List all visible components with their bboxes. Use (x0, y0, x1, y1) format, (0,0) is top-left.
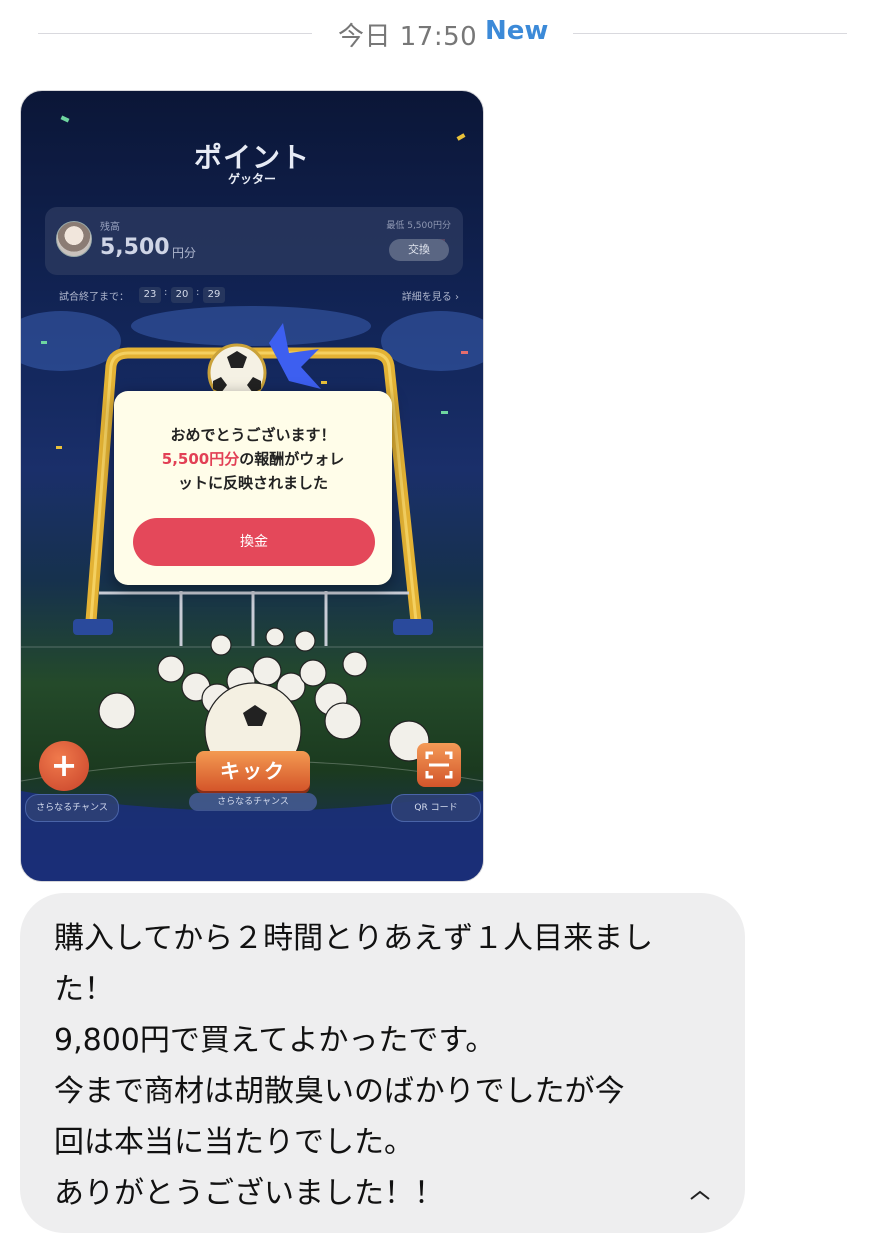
more-chances-label[interactable]: さらなるチャンス (25, 794, 119, 822)
timer-minutes: 20 (171, 287, 193, 303)
date-label: 今日 17:50 (338, 22, 478, 52)
exchange-button[interactable]: 交換 (389, 239, 449, 261)
message-text: 購入してから２時間とりあえず１人目来まし た！ 9,800円で買えてよかったです… (54, 913, 734, 1219)
kick-sub-label: さらなるチャンス (189, 793, 317, 811)
divider-line-left (38, 33, 312, 34)
popup-congrats: おめでとうございます！ (170, 426, 336, 444)
minimum-label: 最低 5,500円分 (386, 221, 451, 231)
message-line: 今まで商材は胡散臭いのばかりでしたが今 (54, 1074, 625, 1109)
popup-reward-text: の報酬がウォレ (239, 450, 345, 468)
avatar (56, 221, 92, 257)
qr-code-icon[interactable] (417, 743, 461, 787)
qr-code-label[interactable]: QR コード (391, 794, 481, 822)
popup-reward-line: 5,500円分の報酬がウォレ (114, 448, 392, 469)
kick-button[interactable]: キック (196, 751, 310, 791)
message-line: た！ (54, 972, 114, 1007)
divider-line-right (573, 33, 847, 34)
timer-hours: 23 (139, 287, 161, 303)
balance-amount: 5,500 (100, 235, 170, 260)
message-line: 9,800円で買えてよかったです。 (54, 1023, 496, 1058)
date-divider: 今日 17:50 New (0, 14, 885, 54)
balance-panel: 残高 5,500 円分 最低 5,500円分 交換 (45, 207, 463, 275)
timer-row: 試合終了まで： 23 : 20 : 29 詳細を見る › (59, 287, 459, 305)
plus-icon[interactable]: + (39, 741, 89, 791)
timer-seconds: 29 (203, 287, 225, 303)
timer-separator: : (196, 287, 200, 298)
balance-unit: 円分 (172, 246, 197, 260)
message-line: 回は本当に当たりでした。 (54, 1125, 414, 1160)
new-badge: New (485, 16, 549, 46)
message-line: ありがとうございました！！ (54, 1176, 444, 1211)
balance-label: 残高 (100, 222, 120, 233)
popup-reflected-text: ットに反映されました (177, 474, 328, 492)
attached-screenshot[interactable]: ポイント ゲッター 残高 5,500 円分 最低 5,500円分 交換 試合終了… (20, 90, 484, 882)
popup-reward-amount: 5,500円分 (161, 450, 240, 468)
timer-label: 試合終了まで： (59, 292, 129, 303)
reward-popup: おめでとうございます！ 5,500円分の報酬がウォレ ットに反映されました 換金 (114, 391, 392, 585)
message-line: 購入してから２時間とりあえず１人目来まし (54, 921, 654, 956)
app-subtitle: ゲッター (227, 172, 276, 186)
message-bubble: 購入してから２時間とりあえず１人目来まし た！ 9,800円で買えてよかったです… (20, 893, 745, 1233)
details-link[interactable]: 詳細を見る › (402, 288, 459, 303)
timer-separator: : (164, 287, 168, 298)
chevron-up-icon[interactable] (688, 1190, 712, 1200)
cash-out-button[interactable]: 換金 (133, 518, 375, 566)
